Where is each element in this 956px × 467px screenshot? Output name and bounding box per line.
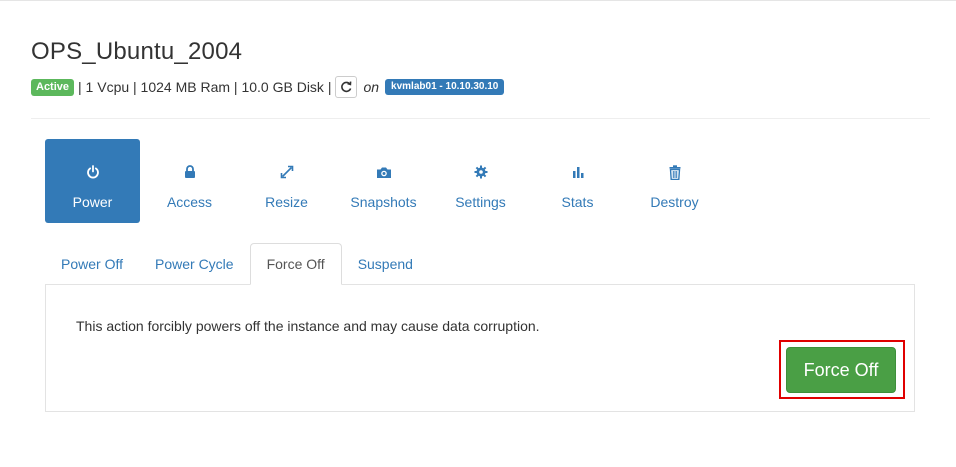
on-label: on	[363, 79, 380, 95]
top-border	[0, 0, 956, 1]
server-info-line: Active | 1 Vcpu | 1024 MB Ram | 10.0 GB …	[31, 76, 505, 98]
action-snapshots[interactable]: Snapshots	[336, 139, 431, 223]
power-icon	[86, 164, 100, 180]
action-power-label: Power	[72, 194, 113, 210]
status-badge: Active	[31, 78, 75, 96]
gear-icon	[474, 164, 488, 180]
action-settings[interactable]: Settings	[433, 139, 528, 223]
action-resize[interactable]: Resize	[239, 139, 334, 223]
section-divider	[31, 118, 930, 119]
refresh-button[interactable]	[335, 76, 358, 98]
tab-power-off[interactable]: Power Off	[45, 243, 139, 284]
tab-power-cycle[interactable]: Power Cycle	[139, 243, 250, 284]
action-power[interactable]: Power	[45, 139, 140, 223]
tab-force-off[interactable]: Force Off	[249, 243, 342, 285]
action-stats-label: Stats	[561, 194, 594, 210]
action-menu: Power Access Resize Snapshots Settings S…	[45, 139, 724, 223]
host-badge: kvmlab01 - 10.10.30.10	[385, 79, 505, 95]
bar-chart-icon	[571, 164, 585, 180]
action-snapshots-label: Snapshots	[350, 194, 417, 210]
action-settings-label: Settings	[455, 194, 506, 210]
action-access[interactable]: Access	[142, 139, 237, 223]
tab-suspend[interactable]: Suspend	[342, 243, 429, 284]
warning-message: This action forcibly powers off the inst…	[76, 318, 540, 334]
force-off-button[interactable]: Force Off	[786, 347, 896, 393]
server-specs: | 1 Vcpu | 1024 MB Ram | 10.0 GB Disk |	[78, 79, 332, 95]
highlight-box: Force Off	[779, 340, 905, 399]
action-destroy[interactable]: Destroy	[627, 139, 722, 223]
camera-icon	[376, 164, 392, 180]
action-resize-label: Resize	[265, 194, 308, 210]
refresh-icon	[341, 81, 352, 93]
tab-panel: This action forcibly powers off the inst…	[45, 284, 915, 412]
action-destroy-label: Destroy	[650, 194, 699, 210]
lock-icon	[184, 164, 196, 180]
trash-icon	[669, 164, 681, 180]
power-tabs: Power Off Power Cycle Force Off Suspend	[45, 243, 429, 285]
resize-icon	[280, 164, 294, 180]
page-title: OPS_Ubuntu_2004	[31, 38, 243, 65]
action-access-label: Access	[166, 194, 213, 210]
action-stats[interactable]: Stats	[530, 139, 625, 223]
